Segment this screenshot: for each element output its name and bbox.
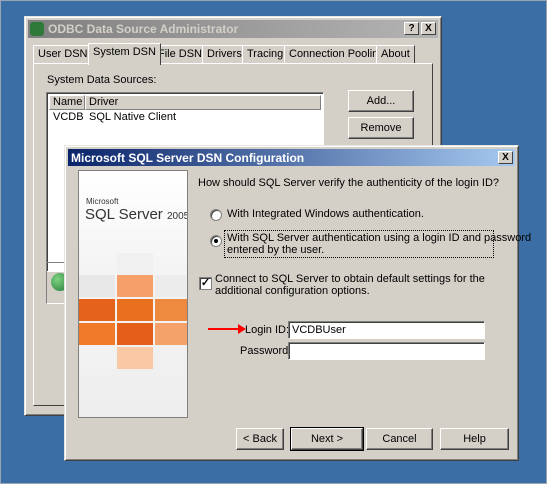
tab-file-dsn[interactable]: File DSN bbox=[153, 45, 208, 63]
help-button[interactable]: Help bbox=[440, 428, 509, 450]
logo-tile-grid bbox=[79, 253, 187, 373]
login-id-field[interactable]: VCDBUser bbox=[288, 321, 485, 339]
password-label: Password: bbox=[240, 345, 292, 357]
connect-checkbox[interactable]: ✓ bbox=[199, 277, 212, 290]
list-header-name[interactable]: Name bbox=[49, 95, 85, 110]
logo-year: 2005 bbox=[166, 211, 188, 222]
logo-product: SQL Server 2005 bbox=[85, 206, 188, 223]
odbc-help-button[interactable]: ? bbox=[404, 22, 419, 35]
tab-connection-pooling[interactable]: Connection Pooling bbox=[284, 45, 390, 63]
radio-sql-auth-label-2: entered by the user. bbox=[227, 244, 325, 256]
dsn-close-button[interactable]: X bbox=[498, 151, 513, 164]
auth-question: How should SQL Server verify the authent… bbox=[198, 177, 500, 189]
row-driver: SQL Native Client bbox=[89, 111, 177, 123]
logo-product-name: SQL Server bbox=[85, 206, 163, 223]
back-button[interactable]: < Back bbox=[236, 428, 284, 450]
radio-sql-auth[interactable] bbox=[210, 235, 222, 247]
connect-label-1: Connect to SQL Server to obtain default … bbox=[215, 273, 485, 285]
tab-user-dsn[interactable]: User DSN bbox=[33, 45, 93, 63]
tab-tracing[interactable]: Tracing bbox=[242, 45, 289, 63]
login-id-value: VCDBUser bbox=[292, 324, 346, 336]
list-row[interactable]: VCDB SQL Native Client bbox=[49, 110, 321, 124]
list-header-driver[interactable]: Driver bbox=[85, 95, 321, 110]
odbc-close-button[interactable]: X bbox=[421, 22, 436, 35]
odbc-title: ODBC Data Source Administrator bbox=[48, 22, 239, 36]
login-id-label: Login ID: bbox=[245, 324, 290, 336]
sql-server-logo-panel: Microsoft SQL Server 2005 bbox=[78, 170, 188, 418]
cancel-button[interactable]: Cancel bbox=[366, 428, 433, 450]
dsn-title: Microsoft SQL Server DSN Configuration bbox=[71, 150, 305, 165]
radio-selected-dot bbox=[214, 239, 218, 243]
tab-about[interactable]: About bbox=[376, 45, 415, 63]
radio-sql-auth-label-1: With SQL Server authentication using a l… bbox=[227, 232, 532, 244]
odbc-titlebar[interactable]: ODBC Data Source Administrator ? X bbox=[28, 20, 438, 38]
red-arrow-annotation bbox=[208, 324, 246, 334]
next-button[interactable]: Next > bbox=[290, 427, 364, 451]
remove-button[interactable]: Remove bbox=[348, 117, 414, 139]
tab-drivers[interactable]: Drivers bbox=[202, 45, 247, 63]
add-button[interactable]: Add... bbox=[348, 90, 414, 112]
password-field[interactable] bbox=[288, 342, 485, 360]
radio-windows-auth[interactable] bbox=[210, 209, 222, 221]
dsn-titlebar[interactable]: Microsoft SQL Server DSN Configuration X bbox=[68, 149, 515, 166]
dsn-dialog: Microsoft SQL Server DSN Configuration X… bbox=[64, 145, 531, 461]
row-name: VCDB bbox=[53, 111, 84, 123]
odbc-app-icon bbox=[30, 22, 44, 36]
logo-brand: Microsoft bbox=[86, 197, 119, 206]
connect-label-2: additional configuration options. bbox=[215, 285, 370, 297]
tab-system-dsn[interactable]: System DSN bbox=[88, 43, 161, 65]
system-data-sources-label: System Data Sources: bbox=[47, 74, 157, 86]
radio-windows-auth-label: With Integrated Windows authentication. bbox=[227, 208, 424, 220]
